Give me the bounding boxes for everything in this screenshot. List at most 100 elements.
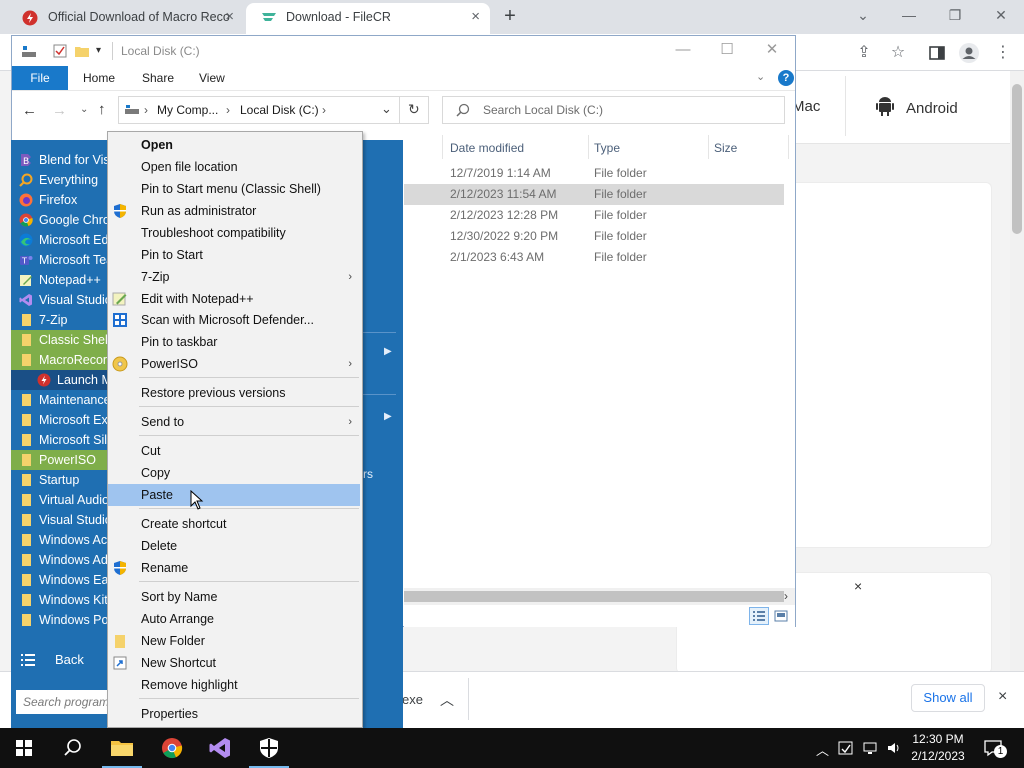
column-header-date-modified[interactable]: Date modified <box>450 137 524 159</box>
chevron-down-icon[interactable]: ⌄ <box>840 0 886 30</box>
maximize-icon[interactable]: ☐ <box>704 36 750 66</box>
ribbon-tab-share[interactable]: Share <box>142 66 174 90</box>
share-icon[interactable]: ⇪ <box>853 42 875 64</box>
start-item-teams[interactable]: T Microsoft Teams <box>11 250 107 270</box>
horizontal-scrollbar-thumb[interactable] <box>404 591 784 602</box>
start-folder-windows-accessories[interactable]: Windows Accessories <box>11 530 107 550</box>
chevron-right-icon[interactable]: ▶ <box>384 346 392 357</box>
help-icon[interactable]: ? <box>778 70 794 86</box>
kebab-menu-icon[interactable]: ⋮ <box>992 42 1014 64</box>
page-scrollbar-thumb[interactable] <box>1012 84 1022 234</box>
start-menu-search-input[interactable]: Search programs and files <box>16 690 107 714</box>
ctx-item-copy[interactable]: Copy <box>108 462 360 484</box>
start-button[interactable] <box>0 728 48 768</box>
start-item-chrome[interactable]: Google Chrome <box>11 210 107 230</box>
taskbar-windows-security[interactable] <box>245 728 293 768</box>
download-file-name[interactable]: exe <box>402 692 423 707</box>
up-arrow-icon[interactable]: ↑ <box>98 101 106 118</box>
address-bar[interactable]: › My Comp... › Local Disk (C:) › ⌄ ↻ <box>118 96 429 124</box>
properties-icon[interactable] <box>52 43 68 59</box>
start-folder-macrorecorder[interactable]: MacroRecorder <box>11 350 107 370</box>
start-item-visual-studio[interactable]: Visual Studio <box>11 290 107 310</box>
star-icon[interactable]: ☆ <box>887 42 909 64</box>
chevron-up-icon[interactable]: ︿ <box>440 690 454 710</box>
notification-center-button[interactable]: 1 <box>982 736 1007 760</box>
ctx-item-edit-with-notepadpp[interactable]: Edit with Notepad++ <box>108 288 360 310</box>
ctx-item-delete[interactable]: Delete <box>108 535 360 557</box>
search-input[interactable]: Search Local Disk (C:) <box>442 96 785 124</box>
refresh-icon[interactable]: ↻ <box>408 101 420 118</box>
chevron-down-icon[interactable]: ⌄ <box>756 70 765 83</box>
close-icon[interactable]: × <box>471 3 480 31</box>
defender-tray-icon[interactable] <box>838 740 854 756</box>
ctx-item-auto-arrange[interactable]: Auto Arrange <box>108 608 360 630</box>
ctx-item-properties[interactable]: Properties <box>108 703 360 725</box>
minimize-icon[interactable]: — <box>886 0 932 30</box>
ctx-item-run-as-administrator[interactable]: Run as administrator <box>108 200 360 222</box>
ribbon-tab-view[interactable]: View <box>199 66 225 90</box>
start-item-blend[interactable]: B Blend for Visual Studio <box>11 150 107 170</box>
column-header-type[interactable]: Type <box>594 137 620 159</box>
ctx-item-sort-by-name[interactable]: Sort by Name <box>108 586 360 608</box>
minimize-icon[interactable]: — <box>660 36 706 66</box>
start-folder-virtual-audio[interactable]: Virtual Audio <box>11 490 107 510</box>
ctx-item-7zip[interactable]: 7-Zip › <box>108 266 360 288</box>
ctx-item-restore-previous-versions[interactable]: Restore previous versions <box>108 382 360 404</box>
ctx-item-create-shortcut[interactable]: Create shortcut <box>108 513 360 535</box>
ctx-item-new-shortcut[interactable]: New Shortcut <box>108 652 360 674</box>
breadcrumb-my-computer[interactable]: My Comp... <box>157 103 218 117</box>
breadcrumb-local-disk[interactable]: Local Disk (C:) <box>240 103 319 117</box>
details-view-icon[interactable] <box>749 607 769 625</box>
ctx-item-pin-to-taskbar[interactable]: Pin to taskbar <box>108 331 360 353</box>
start-folder-startup[interactable]: Startup <box>11 470 107 490</box>
tray-clock[interactable]: 12:30 PM 2/12/2023 <box>906 731 970 765</box>
taskbar-visual-studio[interactable] <box>196 728 244 768</box>
start-item-notepadpp[interactable]: Notepad++ <box>11 270 107 290</box>
download-shelf-close-button[interactable]: × <box>998 688 1007 706</box>
side-panel-icon[interactable] <box>926 42 948 64</box>
customize-quick-access-icon[interactable]: ▾ <box>96 45 101 56</box>
start-folder-microsoft-excel[interactable]: Microsoft Excel <box>11 410 107 430</box>
new-folder-icon[interactable] <box>74 43 90 59</box>
start-folder-windows-ease-of-access[interactable]: Windows Ease of Access <box>11 570 107 590</box>
start-item-firefox[interactable]: Firefox <box>11 190 107 210</box>
ctx-item-pin-to-start-menu-classic[interactable]: Pin to Start menu (Classic Shell) <box>108 178 360 200</box>
recent-locations-icon[interactable]: ⌄ <box>80 104 88 115</box>
back-arrow-icon[interactable]: ← <box>22 102 37 119</box>
taskbar-chrome[interactable] <box>148 728 196 768</box>
ctx-item-open-file-location[interactable]: Open file location <box>108 156 360 178</box>
start-folder-poweriso[interactable]: PowerISO <box>11 450 107 470</box>
start-folder-microsoft-silverlight[interactable]: Microsoft Silverlight <box>11 430 107 450</box>
nav-mac-link[interactable]: Mac <box>792 98 820 115</box>
close-icon[interactable]: ✕ <box>978 0 1024 30</box>
start-folder-visual-studio[interactable]: Visual Studio <box>11 510 107 530</box>
ctx-item-troubleshoot-compatibility[interactable]: Troubleshoot compatibility <box>108 222 360 244</box>
browser-tab-filecr[interactable]: Download - FileCR × <box>246 3 490 34</box>
ctx-item-pin-to-start[interactable]: Pin to Start <box>108 244 360 266</box>
tray-expand-icon[interactable]: ︿ <box>816 740 829 759</box>
start-folder-maintenance[interactable]: Maintenance <box>11 390 107 410</box>
scroll-right-icon[interactable]: › <box>784 589 788 603</box>
close-icon[interactable]: × <box>225 3 234 31</box>
ribbon-tab-file[interactable]: File <box>12 66 68 90</box>
chevron-right-icon[interactable]: ▶ <box>384 411 392 422</box>
start-item-everything[interactable]: Everything <box>11 170 107 190</box>
ctx-item-send-to[interactable]: Send to › <box>108 411 360 433</box>
restore-icon[interactable]: ❐ <box>932 0 978 30</box>
ribbon-tab-home[interactable]: Home <box>83 66 115 90</box>
start-item-launch-macrorecorder[interactable]: Launch MacroRecorder <box>11 370 107 390</box>
column-header-size[interactable]: Size <box>714 137 737 159</box>
browser-tab-macro-recorder[interactable]: Official Download of Macro Reco × <box>8 3 244 34</box>
ctx-item-scan-with-defender[interactable]: Scan with Microsoft Defender... <box>108 309 360 331</box>
start-folder-windows-powershell[interactable]: Windows PowerShell <box>11 610 107 630</box>
start-folder-windows-kits[interactable]: Windows Kits <box>11 590 107 610</box>
ctx-item-open[interactable]: Open <box>108 134 360 156</box>
start-menu-back-button[interactable]: Back <box>11 648 107 672</box>
close-icon[interactable]: ✕ <box>749 36 795 66</box>
taskbar-search-button[interactable] <box>48 728 96 768</box>
ctx-item-new-folder[interactable]: New Folder <box>108 630 360 652</box>
ad-close-button[interactable]: × <box>854 578 862 594</box>
nav-android-link[interactable]: Android <box>876 96 958 117</box>
large-icons-view-icon[interactable] <box>773 608 789 624</box>
ctx-item-paste[interactable]: Paste <box>108 484 360 506</box>
